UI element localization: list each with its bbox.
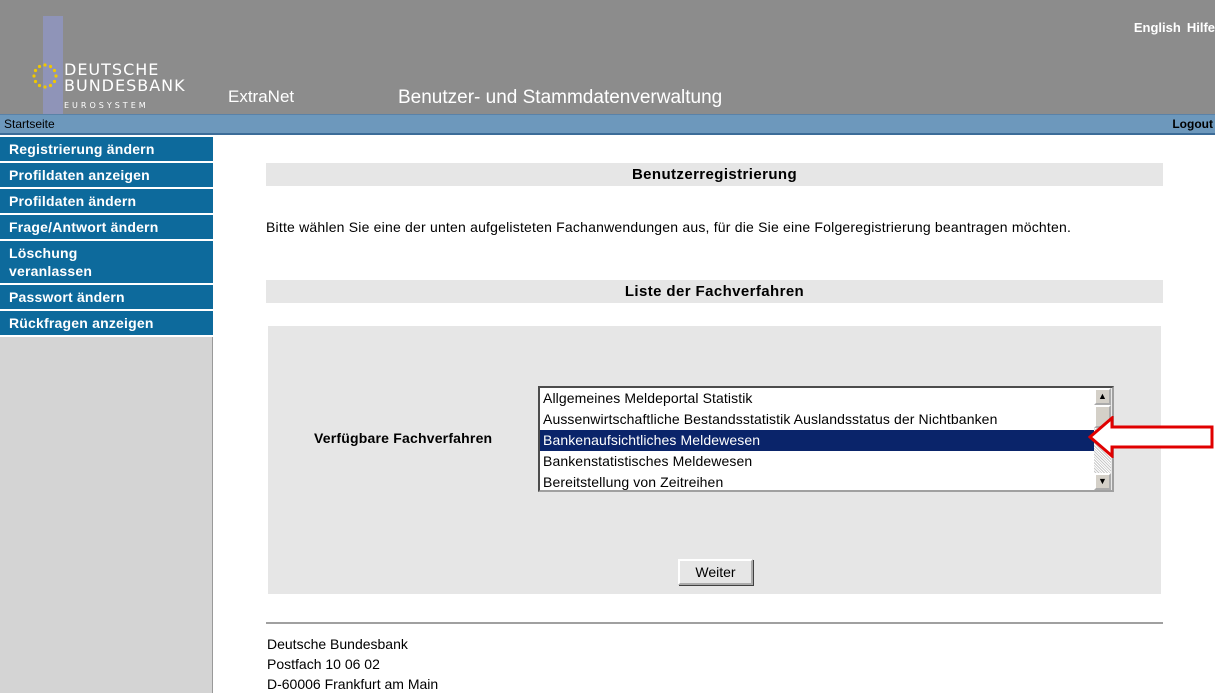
list-item-selected[interactable]: Bankenaufsichtliches Meldewesen — [540, 430, 1112, 451]
footer-line: Deutsche Bundesbank — [267, 636, 408, 652]
sidebar-item-question-answer-change[interactable]: Frage/Antwort ändern — [0, 215, 213, 241]
continue-button[interactable]: Weiter — [678, 559, 753, 585]
app-name: ExtraNet — [228, 87, 295, 106]
list-item[interactable]: Bereitstellung von Zeitreihen — [540, 472, 1112, 490]
select-label: Verfügbare Fachverfahren — [314, 430, 493, 446]
annotation-arrow-icon — [1088, 416, 1214, 458]
selection-panel: Verfügbare Fachverfahren Allgemeines Mel… — [268, 326, 1161, 594]
sidebar-item-profile-change[interactable]: Profildaten ändern — [0, 189, 213, 215]
list-item[interactable]: Allgemeines Meldeportal Statistik — [540, 388, 1112, 409]
footer-address: Deutsche Bundesbank Postfach 10 06 02 D-… — [267, 634, 438, 693]
english-link[interactable]: English — [1134, 20, 1181, 35]
section-title-registration: Benutzerregistrierung — [266, 163, 1163, 187]
logo-line-2: BUNDESBANK — [64, 76, 186, 95]
sidebar-item-queries-show[interactable]: Rückfragen anzeigen — [0, 311, 213, 337]
footer-line: Postfach 10 06 02 — [267, 656, 380, 672]
section-title-procedures: Liste der Fachverfahren — [266, 280, 1163, 304]
sidebar-item-profile-show[interactable]: Profildaten anzeigen — [0, 163, 213, 189]
page-header: DEUTSCHE BUNDESBANK EUROSYSTEM ExtraNet … — [0, 0, 1215, 114]
sidebar: Registrierung ändern Profildaten anzeige… — [0, 137, 213, 693]
scroll-down-arrow-icon[interactable]: ▼ — [1094, 473, 1111, 490]
list-item[interactable]: Bankenstatistisches Meldewesen — [540, 451, 1112, 472]
home-link[interactable]: Startseite — [4, 117, 55, 131]
main-content: Benutzerregistrierung Bitte wählen Sie e… — [266, 137, 1163, 594]
footer-line: D-60006 Frankfurt am Main — [267, 676, 439, 692]
sidebar-item-deletion-request[interactable]: Löschung veranlassen — [0, 241, 213, 285]
procedure-listbox[interactable]: Allgemeines Meldeportal Statistik Aussen… — [538, 386, 1114, 492]
scroll-up-arrow-icon[interactable]: ▲ — [1094, 388, 1111, 405]
sidebar-item-registration-change[interactable]: Registrierung ändern — [0, 137, 213, 163]
list-item[interactable]: Aussenwirtschaftliche Bestandsstatistik … — [540, 409, 1112, 430]
logo-subtitle: EUROSYSTEM — [64, 101, 149, 110]
top-navbar: Startseite Logout — [0, 114, 1215, 135]
sidebar-item-password-change[interactable]: Passwort ändern — [0, 285, 213, 311]
header-links: English Hilfe — [1128, 20, 1215, 35]
help-link[interactable]: Hilfe — [1187, 20, 1215, 35]
page-title: Benutzer- und Stammdatenverwaltung — [398, 87, 723, 108]
intro-text: Bitte wählen Sie eine der unten aufgelis… — [266, 219, 1072, 235]
logo-text: DEUTSCHE BUNDESBANK — [64, 62, 186, 94]
logout-link[interactable]: Logout — [1172, 117, 1213, 131]
footer-divider — [266, 622, 1163, 624]
eu-stars-icon — [32, 63, 58, 89]
